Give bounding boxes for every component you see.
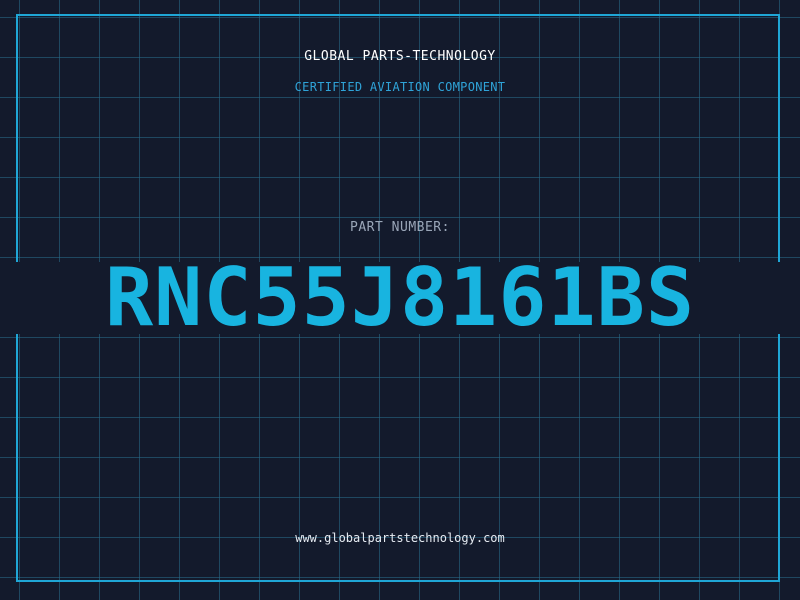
part-number-value: RNC55J8161BS [105,262,695,334]
part-number-label: PART NUMBER: [350,220,450,235]
part-number-band: RNC55J8161BS [0,262,800,334]
certification-tagline: CERTIFIED AVIATION COMPONENT [294,80,506,94]
website-url: www.globalpartstechnology.com [295,531,505,545]
company-name: GLOBAL PARTS-TECHNOLOGY [304,49,496,64]
part-label-card: GLOBAL PARTS-TECHNOLOGY CERTIFIED AVIATI… [0,0,800,600]
